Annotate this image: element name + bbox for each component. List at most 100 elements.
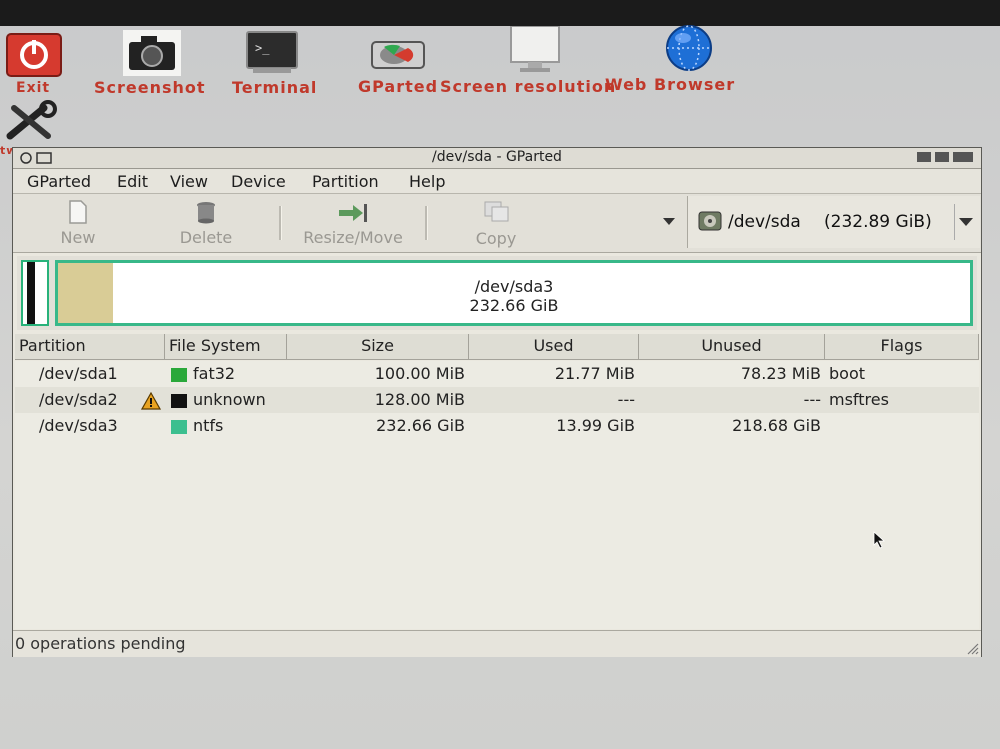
delete-icon [197, 202, 215, 224]
menu-gparted[interactable]: GParted [27, 172, 91, 191]
gparted-label: GParted [358, 77, 439, 96]
device-dropdown-divider [954, 204, 955, 240]
mouse-pointer-icon [873, 531, 886, 549]
column-header-size[interactable]: Size [287, 334, 469, 360]
column-header-unused[interactable]: Unused [639, 334, 825, 360]
resize-grip-icon[interactable] [965, 641, 979, 655]
terminal-label: Terminal [232, 78, 318, 97]
used-cell: --- [617, 390, 635, 409]
fs-cell: fat32 [193, 364, 236, 383]
partition-bar-sda3[interactable]: /dev/sda3 232.66 GiB [55, 260, 973, 326]
flags-cell: msftres [829, 390, 889, 409]
fs-cell: ntfs [193, 416, 224, 435]
resize-move-label: Resize/Move [303, 228, 403, 247]
partition-cell: /dev/sda3 [39, 416, 118, 435]
monitor-bezel [0, 0, 1000, 26]
monitor-icon [510, 25, 560, 72]
unused-cell: 218.68 GiB [732, 416, 821, 435]
menu-device[interactable]: Device [231, 172, 286, 191]
terminal-launcher[interactable]: >_ [245, 30, 299, 74]
menu-edit[interactable]: Edit [117, 172, 148, 191]
flags-cell: boot [829, 364, 866, 383]
terminal-icon: >_ [246, 31, 298, 73]
partition-list: /dev/sda1 fat32 100.00 MiB 21.77 MiB 78.… [15, 361, 979, 629]
device-name: /dev/sda [728, 212, 801, 232]
close-button[interactable] [953, 152, 973, 162]
column-header-filesystem[interactable]: File System [165, 334, 287, 360]
globe-icon [666, 25, 712, 71]
minimize-button[interactable] [917, 152, 931, 162]
power-icon [6, 33, 62, 77]
gparted-launcher[interactable] [370, 36, 426, 72]
column-headers: Partition File System Size Used Unused F… [15, 334, 979, 360]
menu-bar: GParted Edit View Device Partition Help [13, 169, 981, 194]
camera-icon [123, 30, 181, 76]
svg-text:>_: >_ [255, 41, 270, 55]
exit-label: Exit [16, 80, 51, 96]
column-header-partition[interactable]: Partition [15, 334, 165, 360]
partition-cell: /dev/sda2 [39, 390, 118, 409]
unused-cell: --- [803, 390, 821, 409]
gparted-window: /dev/sda - GParted GParted Edit View Dev… [12, 147, 982, 657]
table-row[interactable]: /dev/sda3 ntfs 232.66 GiB 13.99 GiB 218.… [15, 413, 979, 439]
graph-partition-size: 232.66 GiB [469, 296, 559, 315]
status-bar: 0 operations pending [13, 630, 981, 657]
used-cell: 13.99 GiB [556, 416, 635, 435]
used-cell: 21.77 MiB [554, 364, 635, 383]
copy-icon [484, 201, 509, 222]
delete-label: Delete [179, 228, 233, 247]
tools-launcher[interactable] [4, 100, 62, 144]
small-partitions-bar[interactable] [21, 260, 49, 326]
menu-partition[interactable]: Partition [312, 172, 379, 191]
table-row[interactable]: /dev/sda2 unknown 128.00 MiB --- --- msf… [15, 387, 979, 413]
partition-cell: /dev/sda1 [39, 364, 118, 383]
fs-color-swatch [171, 420, 187, 434]
operations-status: 0 operations pending [15, 634, 186, 653]
toolbar: New Delete Resize/Move Copy /dev/sda (23… [13, 194, 981, 253]
device-size: (232.89 GiB) [824, 212, 932, 232]
fs-color-swatch [171, 394, 187, 408]
copy-button[interactable]: Copy [461, 198, 531, 248]
screenshot-label: Screenshot [94, 78, 206, 97]
graph-partition-name: /dev/sda3 [474, 277, 554, 296]
screenshot-launcher[interactable] [123, 30, 181, 76]
hard-drive-icon [698, 211, 722, 231]
screen-resolution-launcher[interactable] [508, 25, 562, 74]
toolbar-overflow-arrow[interactable] [663, 218, 675, 226]
size-cell: 100.00 MiB [374, 364, 465, 383]
window-title: /dev/sda - GParted [432, 149, 562, 165]
warning-icon [141, 392, 161, 410]
chevron-down-icon[interactable] [959, 218, 973, 227]
size-cell: 232.66 GiB [376, 416, 465, 435]
resize-move-button[interactable]: Resize/Move [293, 198, 413, 248]
size-cell: 128.00 MiB [374, 390, 465, 409]
partition-graph: /dev/sda3 232.66 GiB [17, 256, 977, 330]
column-header-used[interactable]: Used [469, 334, 639, 360]
fs-color-swatch [171, 368, 187, 382]
web-browser-label: Web Browser [605, 75, 736, 94]
device-selector[interactable]: /dev/sda (232.89 GiB) [687, 196, 980, 248]
new-button[interactable]: New [43, 198, 113, 248]
table-row[interactable]: /dev/sda1 fat32 100.00 MiB 21.77 MiB 78.… [15, 361, 979, 387]
resize-move-icon [339, 204, 367, 222]
toolbar-separator [279, 206, 282, 240]
column-header-flags[interactable]: Flags [825, 334, 979, 360]
new-document-icon [69, 200, 87, 224]
toolbar-separator [425, 206, 428, 240]
menu-help[interactable]: Help [409, 172, 445, 191]
tools-icon [6, 100, 57, 140]
copy-label: Copy [475, 229, 517, 248]
menu-view[interactable]: View [170, 172, 208, 191]
screen-resolution-label: Screen resolution [440, 77, 617, 96]
fs-cell: unknown [193, 390, 266, 409]
unused-cell: 78.23 MiB [740, 364, 821, 383]
maximize-button[interactable] [935, 152, 949, 162]
title-bar[interactable]: /dev/sda - GParted [13, 148, 981, 169]
hard-disk-icon [371, 41, 425, 69]
delete-button[interactable]: Delete [171, 198, 241, 248]
web-browser-launcher[interactable] [657, 24, 721, 74]
exit-launcher[interactable] [5, 32, 63, 82]
graph-label: /dev/sda3 232.66 GiB [58, 277, 970, 315]
new-label: New [60, 228, 96, 247]
small-partition-block [27, 262, 35, 324]
